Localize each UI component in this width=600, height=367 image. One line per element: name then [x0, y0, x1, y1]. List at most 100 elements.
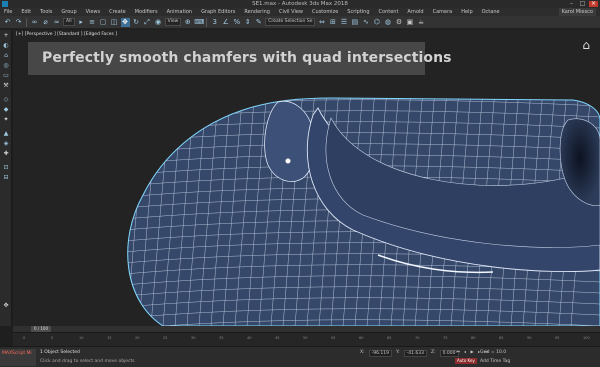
menu-create[interactable]: Create	[109, 8, 126, 16]
maximize-icon[interactable]: □	[578, 1, 587, 7]
user-account[interactable]: Karol Miesco	[558, 8, 596, 16]
viewcube-icon[interactable]: ⌂	[582, 38, 590, 52]
material-editor-icon[interactable]: ◍	[383, 18, 392, 27]
motion-panel-icon[interactable]: ◎	[2, 62, 10, 69]
schematic-view-icon[interactable]: ⌬	[372, 18, 381, 27]
menu-content[interactable]: Content	[379, 8, 399, 16]
menu-animation[interactable]: Animation	[167, 8, 193, 16]
angle-snap-icon[interactable]: ∠	[221, 18, 230, 27]
previous-frame-icon[interactable]: ◂	[462, 349, 468, 355]
rectangular-selection-icon[interactable]: ▢	[99, 18, 108, 27]
menu-graph-editors[interactable]: Graph Editors	[201, 8, 235, 16]
window-crossing-icon[interactable]: ◫	[110, 18, 119, 27]
menu-group[interactable]: Group	[61, 8, 76, 16]
select-and-scale-icon[interactable]: ⤢	[143, 18, 152, 27]
play-icon[interactable]: ▶	[469, 349, 475, 355]
left-command-strip: + ◐ ⌂ ◎ ▭ ⚒ ◇ ◆ ✦ ▲ ◈ ✚ ⊡ ⊟ ✥	[0, 30, 12, 326]
percent-snap-icon[interactable]: %	[232, 18, 241, 27]
redo-icon[interactable]: ↷	[14, 18, 23, 27]
go-to-start-icon[interactable]: ⏮	[455, 349, 461, 355]
render-setup-icon[interactable]: ⚙	[394, 18, 403, 27]
close-icon[interactable]: ×	[589, 1, 598, 7]
headline-banner: Perfectly smooth chamfers with quad inte…	[28, 42, 452, 75]
edit-named-selection-icon[interactable]: ✎	[254, 18, 263, 27]
track-bar[interactable]: 0 5 10 15 20 25 30 35 40 45 50 55 60 65 70 75 80 85 90 95 10…	[13, 332, 600, 346]
selection-filter-dropdown[interactable]: All	[63, 18, 75, 26]
timeline-tick-label: 0	[23, 336, 26, 340]
timeline-tick-label: 80	[471, 336, 476, 340]
mirror-icon[interactable]: ⇔	[317, 18, 326, 27]
menu-customize[interactable]: Customize	[312, 8, 338, 16]
menu-scripting[interactable]: Scripting	[347, 8, 369, 16]
toolbar-divider	[26, 17, 27, 27]
unlink-icon[interactable]: ⌀	[41, 18, 50, 27]
menu-file[interactable]: File	[4, 8, 12, 16]
link-icon[interactable]: ∞	[30, 18, 39, 27]
reference-coordinate-dropdown[interactable]: View	[164, 18, 182, 26]
ribbon-tool-8-icon[interactable]: ⊟	[2, 174, 10, 181]
align-icon[interactable]: ⊞	[328, 18, 337, 27]
x-coordinate-field[interactable]: -96.119	[368, 350, 392, 357]
layer-explorer-icon[interactable]: ☰	[339, 18, 348, 27]
menu-octane[interactable]: Octane	[482, 8, 500, 16]
create-panel-icon[interactable]: +	[2, 32, 10, 39]
select-by-name-icon[interactable]: ≡	[88, 18, 97, 27]
menu-help[interactable]: Help	[461, 8, 472, 16]
timeline-tick-label: 90	[527, 336, 532, 340]
rendered-frame-window-icon[interactable]: ▣	[405, 18, 414, 27]
timeline-tick-label: 70	[415, 336, 420, 340]
menu-camera[interactable]: Camera	[433, 8, 453, 16]
hierarchy-panel-icon[interactable]: ⌂	[2, 52, 10, 59]
main-toolbar: ↶ ↷ ∞ ⌀ ≈ All ▸ ≡ ▢ ◫ ✥ ↻ ⤢ ◉ View ⊕ ⌨ 3…	[0, 16, 600, 29]
timeline-tick-label: 15	[107, 336, 112, 340]
render-icon[interactable]: ☕	[416, 18, 425, 27]
menu-bar: File Edit Tools Group Views Create Modif…	[0, 8, 600, 16]
select-object-icon[interactable]: ▸	[77, 18, 86, 27]
scene-explorer-icon[interactable]: ▤	[350, 18, 359, 27]
curve-editor-icon[interactable]: ∿	[361, 18, 370, 27]
viewport-layout-icon[interactable]: ✥	[2, 302, 10, 309]
menu-tools[interactable]: Tools	[40, 8, 52, 16]
maxscript-listener[interactable]: MAXScript Mi	[0, 349, 36, 366]
place-icon[interactable]: ◉	[154, 18, 163, 27]
ribbon-tool-3-icon[interactable]: ✦	[2, 116, 10, 123]
menu-edit[interactable]: Edit	[21, 8, 31, 16]
timeline-tick-label: 10	[79, 336, 84, 340]
next-frame-icon[interactable]: ▸	[476, 349, 482, 355]
x-label: X:	[360, 350, 365, 355]
ribbon-tool-2-icon[interactable]: ◆	[2, 106, 10, 113]
headline-text: Perfectly smooth chamfers with quad inte…	[42, 50, 452, 66]
ribbon-tool-7-icon[interactable]: ⊡	[2, 164, 10, 171]
menu-rendering[interactable]: Rendering	[244, 8, 270, 16]
viewport-label[interactable]: [+] [Perspective ] [Standard ] [Edged Fa…	[16, 32, 117, 37]
auto-key-button[interactable]: Auto Key	[455, 358, 477, 364]
add-time-tag[interactable]: Add Time Tag	[480, 359, 510, 364]
modify-panel-icon[interactable]: ◐	[2, 42, 10, 49]
select-and-rotate-icon[interactable]: ↻	[132, 18, 141, 27]
menu-modifiers[interactable]: Modifiers	[135, 8, 158, 16]
ribbon-tool-4-icon[interactable]: ▲	[2, 130, 10, 137]
snaps-toggle-icon[interactable]: 3	[210, 18, 219, 27]
y-coordinate-field[interactable]: -41.633	[403, 350, 428, 357]
timeline-tick-label: 20	[135, 336, 140, 340]
go-to-end-icon[interactable]: ⏭	[483, 349, 489, 355]
bind-spacewarp-icon[interactable]: ≈	[52, 18, 61, 27]
spinner-snap-icon[interactable]: ⇕	[243, 18, 252, 27]
menu-arnold[interactable]: Arnold	[407, 8, 423, 16]
ribbon-tool-6-icon[interactable]: ✚	[2, 150, 10, 157]
display-panel-icon[interactable]: ▭	[2, 72, 10, 79]
menu-views[interactable]: Views	[86, 8, 100, 16]
timeline-tick-label: 35	[219, 336, 224, 340]
perspective-viewport[interactable]: [+] [Perspective ] [Standard ] [Edged Fa…	[13, 30, 600, 326]
ribbon-tool-5-icon[interactable]: ◈	[2, 140, 10, 147]
timeline-tick-label: 30	[191, 336, 196, 340]
menu-civil-view[interactable]: Civil View	[279, 8, 303, 16]
named-selection-dropdown[interactable]: Create Selection Se	[265, 18, 316, 26]
undo-icon[interactable]: ↶	[3, 18, 12, 27]
ribbon-tool-1-icon[interactable]: ◇	[2, 96, 10, 103]
select-and-move-icon[interactable]: ✥	[120, 17, 130, 27]
utilities-panel-icon[interactable]: ⚒	[2, 82, 10, 89]
pivot-center-icon[interactable]: ⊕	[183, 18, 192, 27]
keyboard-shortcut-override-icon[interactable]: ⌨	[194, 18, 204, 27]
minimize-icon[interactable]: –	[567, 1, 576, 7]
